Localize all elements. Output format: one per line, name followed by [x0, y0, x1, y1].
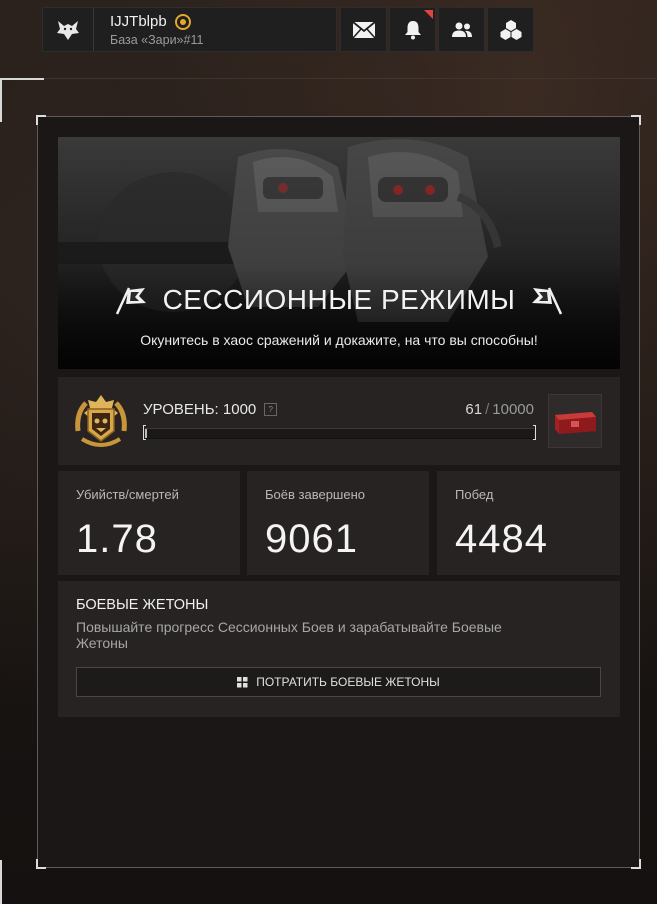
mode-subtitle: Окунитесь в хаос сражений и докажите, на…: [140, 332, 538, 348]
clan-icon: [500, 19, 521, 40]
friends-button[interactable]: [438, 7, 485, 52]
level-max: 10000: [492, 401, 534, 418]
frame-bracket: [0, 78, 44, 80]
help-icon[interactable]: ?: [264, 403, 278, 416]
player-name-row: IJJTblpb: [110, 13, 203, 31]
level-progress-bar: [143, 425, 536, 440]
flag-right-icon: [532, 287, 563, 315]
level-label: УРОВЕНЬ: 1000: [143, 401, 257, 418]
tokens-title: БОЕВЫЕ ЖЕТОНЫ: [76, 597, 209, 613]
bar-cap-right: [533, 425, 536, 440]
mail-icon: [351, 20, 376, 38]
flag-left-icon: [115, 287, 146, 315]
session-modes-panel: СЕССИОННЫЕ РЕЖИМЫ Окунитесь в хаос сраже…: [36, 115, 641, 869]
tokens-description: Повышайте прогресс Сессионных Боев и зар…: [76, 619, 502, 651]
stat-value: 9061: [265, 517, 358, 561]
grid-icon: [237, 676, 248, 687]
friends-icon: [451, 22, 472, 37]
level-label-row: УРОВЕНЬ: 1000?: [143, 401, 278, 418]
mode-banner: СЕССИОННЫЕ РЕЖИМЫ Окунитесь в хаос сраже…: [58, 137, 620, 369]
rank-star-icon: [174, 13, 191, 30]
spend-tokens-label: ПОТРАТИТЬ БОЕВЫЕ ЖЕТОНЫ: [256, 675, 440, 689]
crate-icon: [555, 412, 596, 434]
player-base: База «Зари»#11: [110, 32, 204, 47]
stat-kd: Убийств/смертей 1.78: [58, 471, 240, 575]
mail-button[interactable]: [340, 7, 387, 52]
frame-bracket: [0, 860, 2, 904]
level-emblem-icon: [75, 395, 127, 447]
notifications-button[interactable]: [389, 7, 436, 52]
level-card: УРОВЕНЬ: 1000? 61/10000: [58, 377, 620, 465]
spend-tokens-button[interactable]: ПОТРАТИТЬ БОЕВЫЕ ЖЕТОНЫ: [76, 667, 601, 697]
header-divider: [0, 78, 657, 79]
panel-corner: [631, 115, 641, 125]
stat-label: Боёв завершено: [265, 487, 365, 502]
panel-corner: [631, 859, 641, 869]
level-progress-text: 61/10000: [465, 401, 534, 418]
stat-label: Побед: [455, 487, 494, 502]
frame-bracket: [0, 78, 2, 122]
reward-crate[interactable]: [548, 394, 602, 448]
notification-flag: [424, 10, 433, 19]
bar-cap-left: [143, 425, 146, 440]
stat-label: Убийств/смертей: [76, 487, 179, 502]
panel-corner: [36, 859, 46, 869]
clan-button[interactable]: [487, 7, 534, 52]
wolf-icon: [43, 8, 94, 51]
bell-icon: [404, 20, 421, 39]
level-current: 61: [465, 401, 483, 418]
panel-corner: [36, 115, 46, 125]
mode-title-row: СЕССИОННЫЕ РЕЖИМЫ: [58, 284, 620, 316]
mode-title: СЕССИОННЫЕ РЕЖИМЫ: [162, 284, 516, 315]
level-separator: /: [485, 401, 490, 418]
battle-tokens-card: БОЕВЫЕ ЖЕТОНЫ Повышайте прогресс Сессион…: [58, 581, 620, 717]
stat-battles: Боёв завершено 9061: [247, 471, 429, 575]
stat-value: 1.78: [76, 517, 158, 561]
player-name: IJJTblpb: [110, 12, 167, 30]
stat-value: 4484: [455, 517, 548, 561]
profile-card[interactable]: IJJTblpb База «Зари»#11: [42, 7, 337, 52]
stat-wins: Побед 4484: [437, 471, 620, 575]
